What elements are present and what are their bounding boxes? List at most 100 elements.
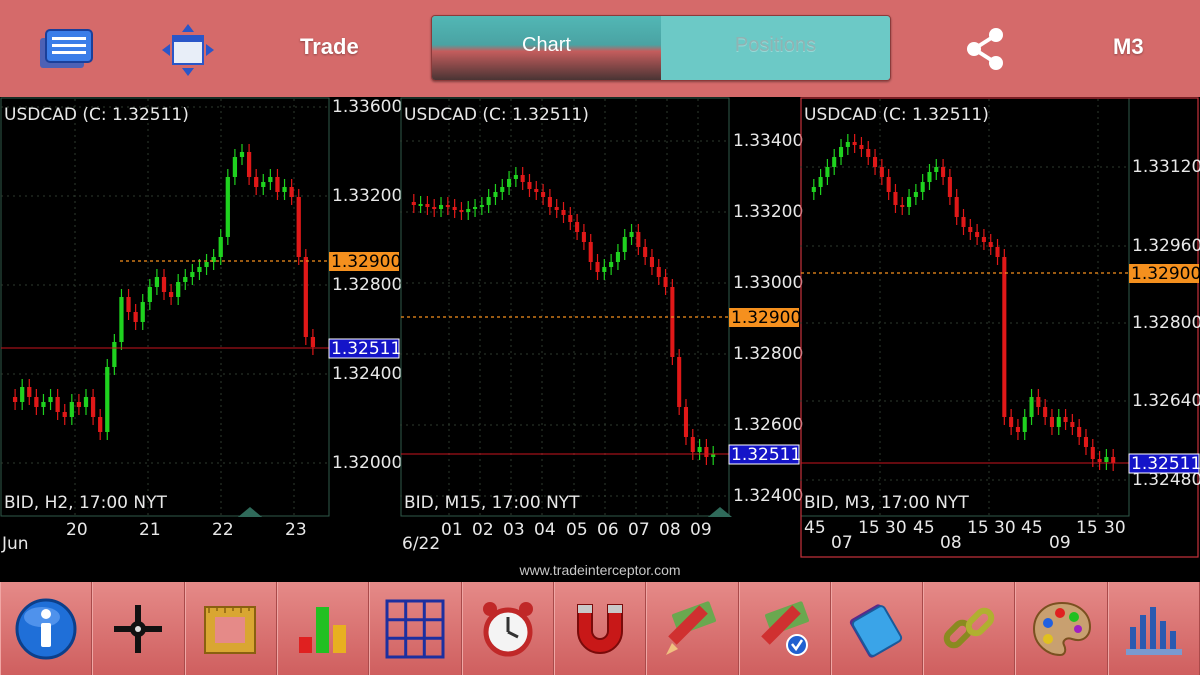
panel-frame xyxy=(400,97,730,517)
info-icon[interactable] xyxy=(0,582,93,675)
candle-body xyxy=(493,192,498,197)
palette-icon[interactable] xyxy=(1015,582,1108,675)
candle-body xyxy=(246,152,252,177)
scroll-marker-icon[interactable] xyxy=(238,507,262,517)
candle-body xyxy=(859,145,864,149)
candle-body xyxy=(913,192,918,197)
candle-body xyxy=(225,177,230,237)
candle-body xyxy=(534,189,539,192)
price-axis-label: 1.32400 xyxy=(733,486,803,506)
top-bar: Trade Chart Positions M3 xyxy=(0,0,1200,97)
candle-body xyxy=(541,192,546,197)
candle-body xyxy=(34,397,39,407)
price-axis-label: 1.33600 xyxy=(332,97,402,117)
chart-settings-icon[interactable] xyxy=(1107,582,1200,675)
price-axis-label: 1.32800 xyxy=(1132,313,1200,333)
candle-body xyxy=(866,149,871,157)
candle-body xyxy=(466,209,471,212)
magnet-icon[interactable] xyxy=(553,582,647,675)
footer-label: BID, M15, 17:00 NYT xyxy=(404,493,580,513)
candle-body xyxy=(690,437,695,452)
indicators-bars-icon[interactable] xyxy=(276,582,370,675)
candle-body xyxy=(554,207,559,210)
alarm-clock-icon[interactable] xyxy=(461,582,554,675)
chart-panel-m15[interactable]: USDCAD (C: 1.32511) BID, M15, 17:00 NYT … xyxy=(400,97,803,554)
time-axis-sublabel: 6/22 xyxy=(402,534,440,554)
panel-frame xyxy=(0,97,330,517)
grid xyxy=(800,99,1129,515)
clipboard-icon[interactable] xyxy=(830,582,924,675)
candle-body xyxy=(845,142,850,147)
watermark: www.tradeinterceptor.com xyxy=(519,562,681,578)
price-axis-label: 1.33120 xyxy=(1132,157,1200,177)
candle-body xyxy=(832,157,837,167)
candle-body xyxy=(575,222,580,232)
time-axis-label: 45 xyxy=(804,518,826,538)
price-axis-label: 1.33200 xyxy=(332,186,402,206)
footer-label: BID, M3, 17:00 NYT xyxy=(804,493,969,513)
timeframe-button[interactable]: M3 xyxy=(1113,34,1144,60)
tab-chart[interactable]: Chart xyxy=(432,16,661,80)
candle-body xyxy=(83,397,89,407)
candle-body xyxy=(663,277,668,287)
time-axis-label: 15 xyxy=(1076,518,1098,538)
time-axis-label: 04 xyxy=(534,520,556,540)
symbol-label: USDCAD (C: 1.32511) xyxy=(4,105,189,125)
candle-body xyxy=(656,267,661,277)
grid-icon[interactable] xyxy=(369,582,462,675)
candle-body xyxy=(48,397,53,402)
menu-icon[interactable] xyxy=(38,26,94,72)
candle-body xyxy=(55,397,60,412)
time-axis-label: 30 xyxy=(994,518,1016,538)
crosshair-icon[interactable] xyxy=(92,582,185,675)
candle-body xyxy=(1056,417,1061,427)
candle-body xyxy=(161,277,167,292)
time-axis-label: 21 xyxy=(139,520,161,540)
candle-body xyxy=(98,417,103,432)
candle-body xyxy=(602,267,607,272)
candle-body xyxy=(683,407,689,437)
candle-body xyxy=(204,262,209,267)
candle-body xyxy=(1090,447,1095,459)
candle-body xyxy=(1070,422,1075,427)
time-axis-label: 30 xyxy=(1104,518,1126,538)
chart-panel-m3[interactable]: USDCAD (C: 1.32511) BID, M3, 17:00 NYT 1… xyxy=(800,97,1200,558)
share-icon[interactable] xyxy=(962,25,1008,73)
tab-positions[interactable]: Positions xyxy=(661,16,890,80)
candle-body xyxy=(879,167,884,177)
candle-body xyxy=(275,177,280,192)
candle-body xyxy=(818,177,823,187)
chart-panel-h2[interactable]: USDCAD (C: 1.32511) BID, H2, 17:00 NYT 1… xyxy=(0,97,402,554)
candle-body xyxy=(261,182,266,187)
candle-body xyxy=(197,267,202,272)
candle-body xyxy=(636,232,641,247)
candle-body xyxy=(90,397,96,417)
candle-body xyxy=(927,172,932,182)
scroll-marker-icon[interactable] xyxy=(708,507,732,517)
time-axis-sublabel: Jun xyxy=(1,534,29,554)
time-axis-label: 22 xyxy=(212,520,234,540)
current-price-label: 1.32511 xyxy=(331,339,401,359)
candle-body xyxy=(704,447,709,457)
candle-body xyxy=(282,187,287,192)
orange-price-label: 1.32900 xyxy=(731,308,801,328)
candle-body xyxy=(995,247,1000,257)
candle-body xyxy=(1029,397,1034,417)
candle-body xyxy=(425,204,430,207)
chart-area[interactable]: USDCAD (C: 1.32511) BID, H2, 17:00 NYT 1… xyxy=(0,97,1200,582)
candles xyxy=(411,167,716,465)
link-chain-icon[interactable] xyxy=(923,582,1016,675)
price-axis-label: 1.33200 xyxy=(733,202,803,222)
candle-body xyxy=(20,387,25,402)
candle-body xyxy=(947,177,952,197)
price-axis-label: 1.32800 xyxy=(332,275,402,295)
trade-button[interactable]: Trade xyxy=(300,34,359,66)
time-axis-label: 15 xyxy=(858,518,880,538)
move-arrows-icon[interactable] xyxy=(160,22,216,78)
trade-tool-icon[interactable] xyxy=(646,582,739,675)
trade-tool-v-icon[interactable] xyxy=(738,582,831,675)
time-axis-label: 15 xyxy=(967,518,989,538)
charts-svg[interactable]: USDCAD (C: 1.32511) BID, H2, 17:00 NYT 1… xyxy=(0,97,1200,582)
ruler-frame-icon[interactable] xyxy=(184,582,277,675)
candle-body xyxy=(12,397,18,402)
